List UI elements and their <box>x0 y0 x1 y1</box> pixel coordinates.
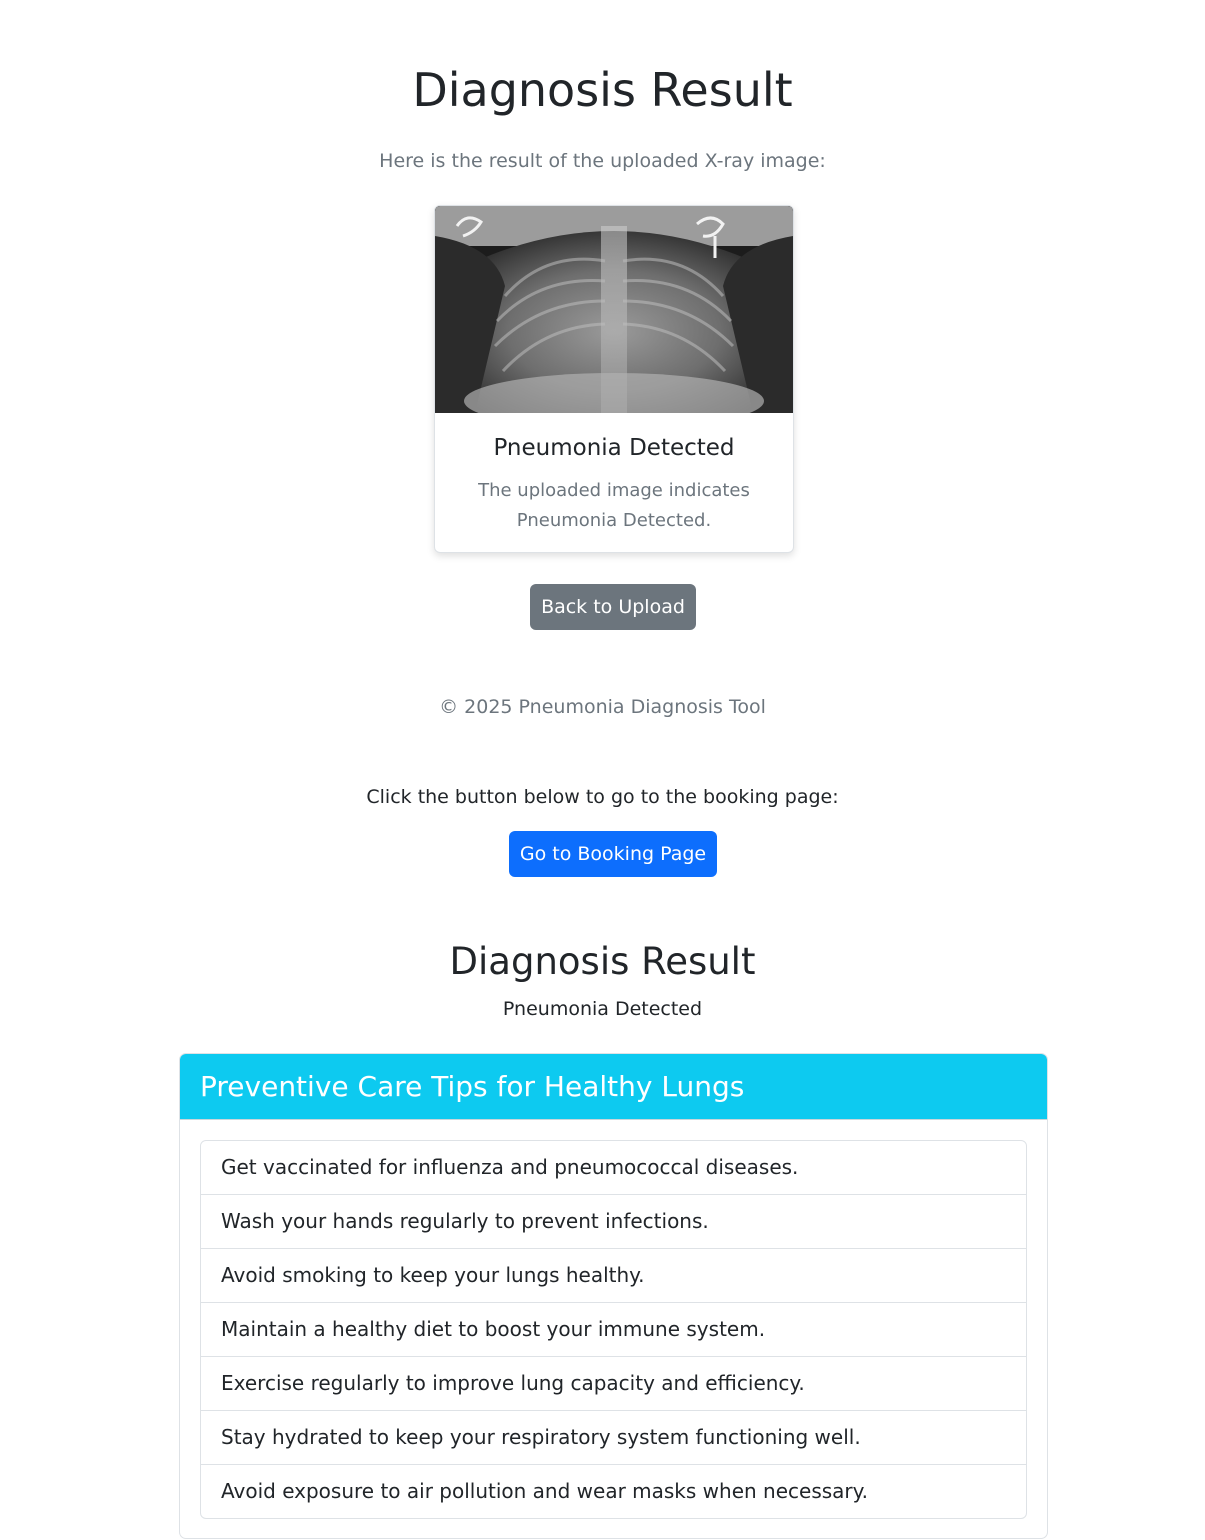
back-to-upload-button[interactable]: Back to Upload <box>530 584 696 630</box>
xray-image <box>435 206 793 413</box>
list-item: Avoid exposure to air pollution and wear… <box>221 1479 868 1503</box>
page-title: Diagnosis Result <box>412 63 793 117</box>
tips-heading: Preventive Care Tips for Healthy Lungs <box>180 1054 1047 1120</box>
list-item: Stay hydrated to keep your respiratory s… <box>201 1411 1026 1465</box>
go-to-booking-button[interactable]: Go to Booking Page <box>509 831 717 877</box>
summary-title: Diagnosis Result <box>449 940 756 983</box>
preventive-tips-card: Preventive Care Tips for Healthy Lungs G… <box>179 1053 1048 1539</box>
list-item: Maintain a healthy diet to boost your im… <box>201 1303 1026 1357</box>
list-item: Exercise regularly to improve lung capac… <box>201 1357 1026 1411</box>
summary-status: Pneumonia Detected <box>502 998 703 1020</box>
tips-list: Get vaccinated for influenza and pneumoc… <box>200 1140 1027 1519</box>
list-item: Wash your hands regularly to prevent inf… <box>201 1195 1026 1249</box>
result-card: Pneumonia Detected The uploaded image in… <box>434 205 794 553</box>
list-item: Avoid smoking to keep your lungs healthy… <box>201 1249 1026 1303</box>
list-item: Get vaccinated for influenza and pneumoc… <box>201 1141 1026 1195</box>
page-subtitle: Here is the result of the uploaded X-ray… <box>379 150 826 172</box>
booking-prompt: Click the button below to go to the book… <box>366 786 839 808</box>
footer-copyright: © 2025 Pneumonia Diagnosis Tool <box>439 696 766 718</box>
result-title: Pneumonia Detected <box>493 435 735 461</box>
result-description: The uploaded image indicates Pneumonia D… <box>478 480 750 531</box>
